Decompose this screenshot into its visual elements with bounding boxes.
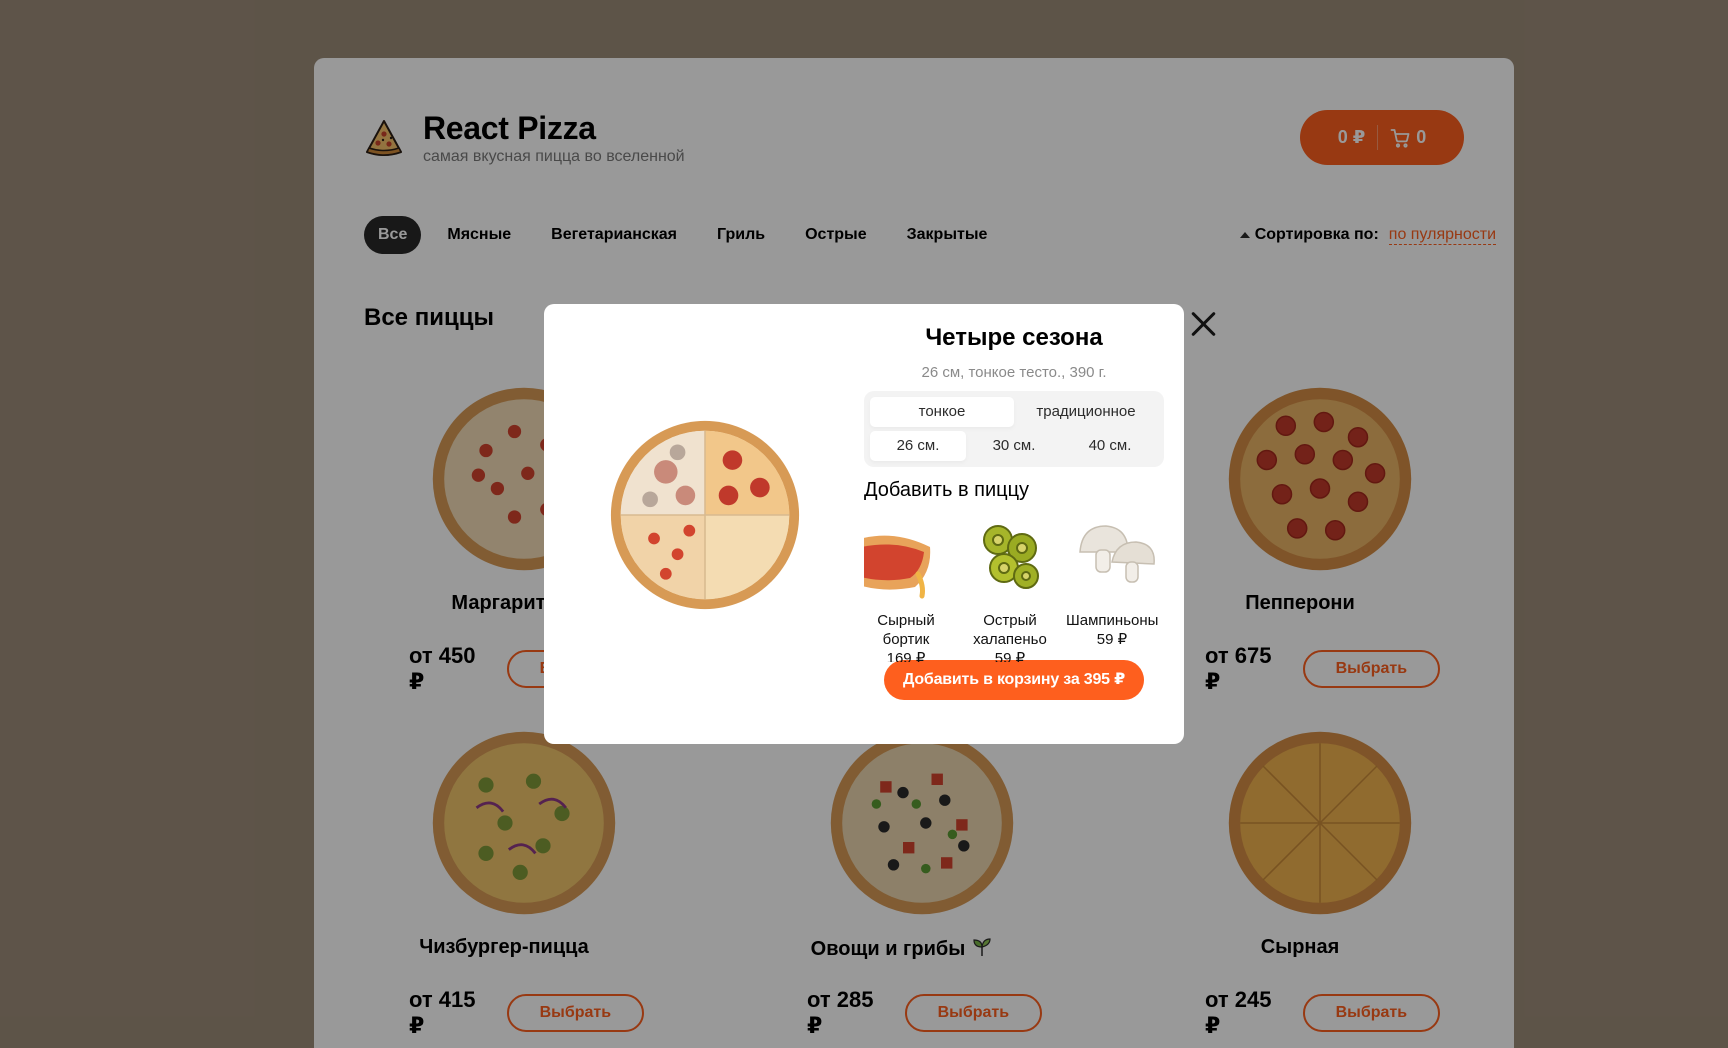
add-to-cart-button[interactable]: Добавить в корзину за 395 ₽ [884,660,1144,700]
add-to-pizza-title: Добавить в пиццу [864,479,1030,501]
topping-price: 59 ₽ [994,650,1026,662]
size-option-30[interactable]: 30 см. [966,431,1062,461]
topping-image [983,525,1039,589]
topping-image [864,535,931,599]
pizza-modal: Четыре сезона 26 см, тонкое тесто., 390 … [544,304,1184,744]
topping-item[interactable]: Шампиньоны 59 ₽ [1066,512,1158,649]
topping-price: 169 ₽ [886,650,926,662]
modal-title: Четыре сезона [925,324,1103,351]
modal-details: Четыре сезона 26 см, тонкое тесто., 390 … [864,324,1164,700]
pizza-selector: тонкое традиционное 26 см. 30 см. 40 см. [864,391,1164,467]
topping-name: Шампиньоны [1066,612,1159,629]
dough-row: тонкое традиционное [870,397,1158,427]
size-option-40[interactable]: 40 см. [1062,431,1158,461]
size-row: 26 см. 30 см. 40 см. [870,431,1158,461]
topping-name: Сырный бортик [877,612,935,648]
close-icon[interactable] [1190,310,1218,338]
topping-item[interactable]: Сырный бортик 169 ₽ [864,512,952,662]
topping-image [1079,525,1155,583]
topping-price: 59 ₽ [1096,631,1128,648]
topping-name: Острый халапеньо [973,612,1047,648]
topping-item[interactable]: Острый халапеньо 59 ₽ [964,512,1056,662]
size-option-26[interactable]: 26 см. [870,431,966,461]
dough-option-thin[interactable]: тонкое [870,397,1014,427]
toppings-carousel[interactable]: Сырный бортик 169 ₽ Острый халапеньо 59 … [864,512,1164,662]
dough-option-traditional[interactable]: традиционное [1014,397,1158,427]
modal-description: 26 см, тонкое тесто., 390 г. [921,364,1107,381]
modal-pizza-image [610,420,800,610]
